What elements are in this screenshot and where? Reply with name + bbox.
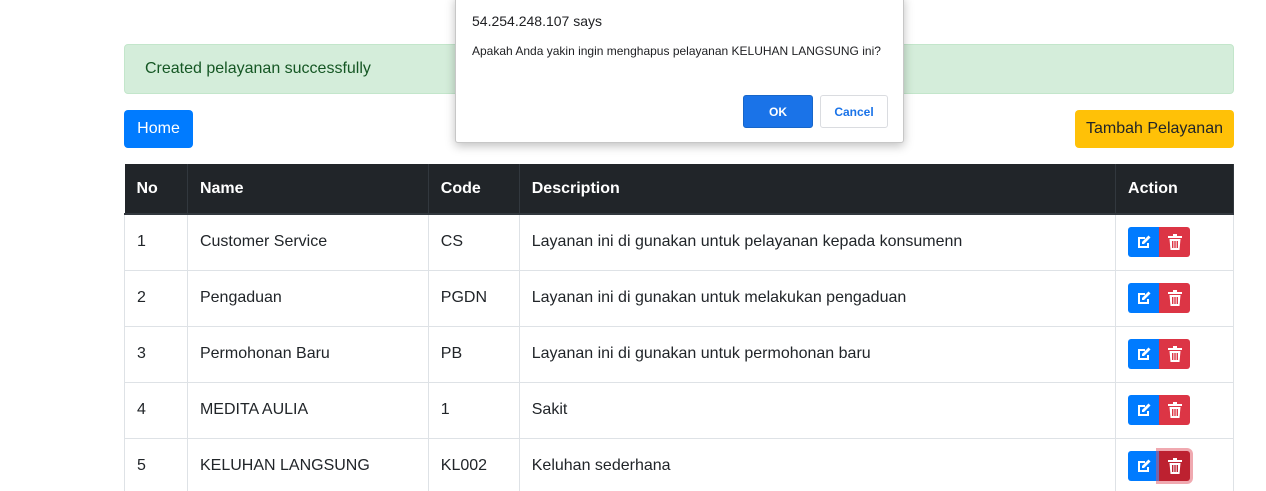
trash-icon xyxy=(1167,402,1182,418)
cell-action xyxy=(1115,325,1234,383)
row-actions xyxy=(1128,227,1221,258)
header-description: Description xyxy=(519,164,1117,215)
cancel-button[interactable]: Cancel xyxy=(820,95,888,128)
cell-code: 1 xyxy=(427,381,520,439)
header-name: Name xyxy=(187,164,429,215)
cell-description: Sakit xyxy=(518,381,1117,439)
cell-action xyxy=(1115,269,1234,327)
cell-name: Pengaduan xyxy=(186,269,429,327)
alert-message: Created pelayanan successfully xyxy=(145,60,371,77)
row-actions xyxy=(1128,339,1221,369)
edit-button[interactable] xyxy=(1128,227,1160,258)
cell-code: KL002 xyxy=(427,437,520,491)
edit-button[interactable] xyxy=(1128,283,1160,313)
header-code: Code xyxy=(428,164,520,215)
delete-button[interactable] xyxy=(1159,451,1191,481)
cell-description: Layanan ini di gunakan untuk pelayanan k… xyxy=(518,213,1117,271)
edit-button[interactable] xyxy=(1128,339,1160,369)
table-row: 4 MEDITA AULIA 1 Sakit xyxy=(124,381,1234,439)
table-row: 3 Permohonan Baru PB Layanan ini di guna… xyxy=(124,325,1234,383)
cell-name: Customer Service xyxy=(186,213,429,271)
edit-button[interactable] xyxy=(1128,451,1160,481)
row-actions xyxy=(1128,395,1221,425)
cell-no: 3 xyxy=(124,325,188,383)
edit-button[interactable] xyxy=(1128,395,1160,425)
cell-no: 1 xyxy=(124,213,188,271)
cell-code: PGDN xyxy=(427,269,520,327)
trash-icon xyxy=(1167,346,1182,362)
edit-icon xyxy=(1137,459,1151,472)
cell-description: Keluhan sederhana xyxy=(518,437,1117,491)
cell-name: KELUHAN LANGSUNG xyxy=(186,437,429,491)
row-actions xyxy=(1128,451,1221,481)
edit-icon xyxy=(1137,235,1151,249)
table-row: 5 KELUHAN LANGSUNG KL002 Keluhan sederha… xyxy=(124,437,1234,491)
add-pelayanan-button[interactable]: Tambah Pelayanan xyxy=(1075,110,1234,148)
dialog-origin: 54.254.248.107 says xyxy=(472,13,602,29)
cell-action xyxy=(1115,437,1234,491)
trash-icon xyxy=(1167,290,1182,306)
cell-action xyxy=(1115,213,1234,271)
cell-action xyxy=(1115,381,1234,439)
cell-no: 5 xyxy=(124,437,188,491)
header-action: Action xyxy=(1115,164,1234,215)
dialog-message: Apakah Anda yakin ingin menghapus pelaya… xyxy=(472,44,881,58)
pelayanan-table: No Name Code Description Action 1 Custom… xyxy=(124,164,1234,491)
trash-icon xyxy=(1167,458,1182,474)
delete-button[interactable] xyxy=(1159,283,1191,313)
confirm-dialog: 54.254.248.107 says Apakah Anda yakin in… xyxy=(455,0,904,143)
header-no: No xyxy=(124,164,188,215)
cell-code: PB xyxy=(427,325,520,383)
delete-button[interactable] xyxy=(1159,395,1191,425)
delete-button[interactable] xyxy=(1159,227,1191,258)
cell-description: Layanan ini di gunakan untuk melakukan p… xyxy=(518,269,1117,327)
cell-no: 2 xyxy=(124,269,188,327)
edit-icon xyxy=(1137,347,1151,360)
ok-button[interactable]: OK xyxy=(743,95,813,128)
delete-button[interactable] xyxy=(1159,339,1191,369)
edit-icon xyxy=(1137,291,1151,304)
cell-description: Layanan ini di gunakan untuk permohonan … xyxy=(518,325,1117,383)
cell-name: Permohonan Baru xyxy=(186,325,429,383)
trash-icon xyxy=(1167,234,1182,251)
cell-code: CS xyxy=(427,213,520,271)
table-row: 1 Customer Service CS Layanan ini di gun… xyxy=(124,213,1234,271)
table-row: 2 Pengaduan PGDN Layanan ini di gunakan … xyxy=(124,269,1234,327)
row-actions xyxy=(1128,283,1221,313)
home-button[interactable]: Home xyxy=(124,110,193,148)
edit-icon xyxy=(1137,403,1151,416)
cell-name: MEDITA AULIA xyxy=(186,381,429,439)
table-header-row: No Name Code Description Action xyxy=(124,164,1234,215)
cell-no: 4 xyxy=(124,381,188,439)
